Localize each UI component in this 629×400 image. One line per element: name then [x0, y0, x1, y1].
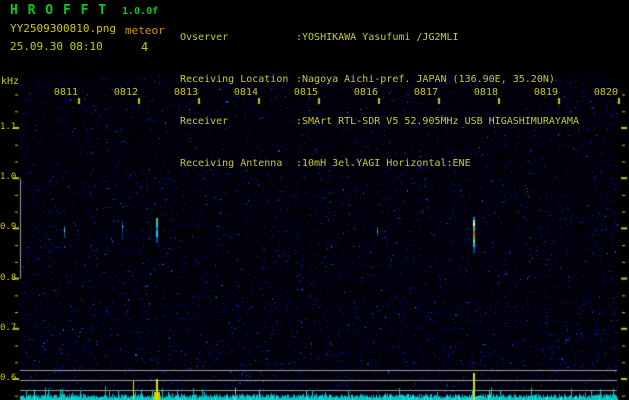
datetime-label: 25.09.30 08:10: [10, 40, 103, 53]
time-tick-label: 0817: [413, 87, 438, 98]
station-info: Ovserver :YOSHIKAWA Yasufumi /JG2MLI Rece…: [180, 3, 579, 199]
info-value: :SMArt RTL-SDR V5 52.905MHz USB HIGASHIM…: [296, 116, 579, 127]
time-tick-label: 0816: [353, 87, 378, 98]
app-version: 1.0.0f: [122, 6, 159, 17]
hrofft-screen: H R O F F T 1.0.0f YY2509300810.png mete…: [0, 0, 629, 400]
time-tick-label: 0812: [113, 87, 138, 98]
time-tick-label: 0819: [533, 87, 558, 98]
mode-label: meteor: [125, 24, 165, 37]
info-label: Ovserver: [180, 32, 229, 43]
app-title: H R O F F T: [10, 3, 108, 18]
info-label: Receiving Antenna: [180, 158, 283, 169]
time-tick-label: 0813: [173, 87, 198, 98]
info-value: :10mH 3el.YAGI Horizontal:ENE: [296, 158, 471, 169]
meteor-count: 4: [141, 40, 149, 54]
time-tick-label: 0818: [473, 87, 498, 98]
info-row: Receiving Antenna :10mH 3el.YAGI Horizont…: [180, 157, 579, 171]
info-value: :YOSHIKAWA Yasufumi /JG2MLI: [296, 32, 459, 43]
freq-tick-label: 0.6: [0, 373, 17, 383]
freq-tick-label: 0.8: [0, 272, 17, 283]
output-filename: YY2509300810.png: [10, 22, 116, 35]
freq-tick-label: 0.9: [0, 222, 17, 233]
time-tick-label: 0815: [293, 87, 318, 98]
info-row: Ovserver :YOSHIKAWA Yasufumi /JG2MLI: [180, 31, 579, 45]
info-label: Receiver: [180, 116, 229, 127]
info-label: Receiving Location: [180, 74, 289, 85]
freq-tick-label: 1.1: [0, 122, 17, 132]
time-tick-label: 0820: [593, 87, 618, 98]
freq-axis-unit: kHz: [1, 76, 20, 87]
freq-tick-label: 1.0: [0, 172, 17, 183]
info-value: :Nagoya Aichi-pref. JAPAN (136.90E, 35.2…: [296, 74, 555, 85]
info-row: Receiver :SMArt RTL-SDR V5 52.905MHz USB …: [180, 115, 579, 129]
time-tick-label: 0811: [53, 87, 78, 98]
freq-tick-label: 0.7: [0, 322, 17, 333]
info-row: Receiving Location :Nagoya Aichi-pref. JA…: [180, 73, 579, 87]
time-tick-label: 0814: [233, 87, 258, 98]
